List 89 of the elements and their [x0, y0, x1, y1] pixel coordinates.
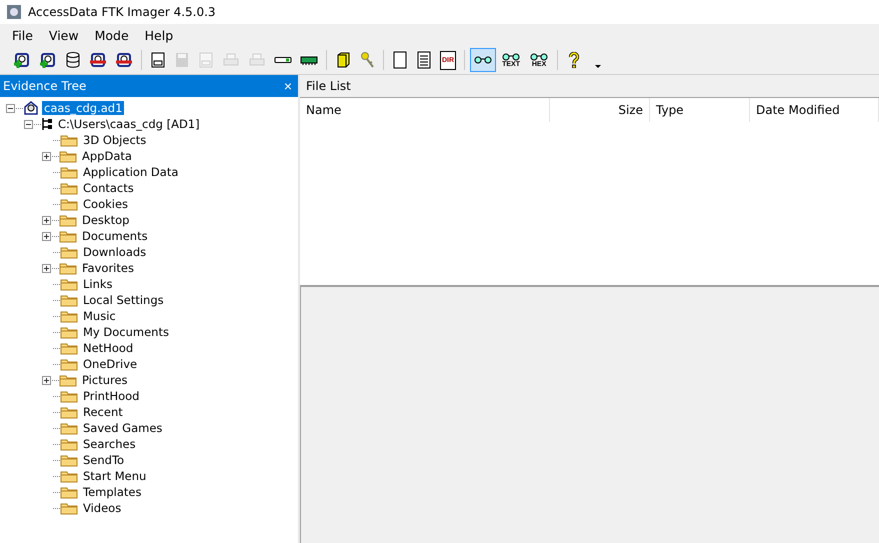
tree-item[interactable]: Documents: [80, 229, 150, 243]
toolbar-button[interactable]: [470, 48, 496, 72]
close-button[interactable]: ×: [284, 78, 292, 94]
add-evidence-icon: [13, 51, 31, 69]
floppy-icon: [174, 51, 190, 69]
column-header[interactable]: Date Modified: [750, 98, 879, 122]
tree-item[interactable]: SendTo: [81, 453, 126, 467]
tree-item[interactable]: NetHood: [81, 341, 136, 355]
tree-item[interactable]: Links: [81, 277, 115, 291]
folder-icon: [60, 166, 78, 178]
folder-icon: [60, 502, 78, 514]
folder-icon: [60, 342, 78, 354]
key-icon: [359, 51, 375, 69]
evidence-icon: [23, 101, 39, 115]
tree-item[interactable]: Recent: [81, 405, 125, 419]
help-icon: [569, 52, 580, 68]
folder-icon: [60, 326, 78, 338]
database-icon: [65, 51, 81, 69]
folder-icon: [60, 198, 78, 210]
column-header[interactable]: Size: [550, 98, 650, 122]
tree-item[interactable]: Application Data: [81, 165, 180, 179]
folder-icon: [60, 182, 78, 194]
tree-item[interactable]: Desktop: [80, 213, 132, 227]
tree-item[interactable]: Local Settings: [81, 293, 166, 307]
expand-toggle[interactable]: [42, 232, 51, 240]
remove-evidence-icon: [89, 51, 107, 69]
tree-item[interactable]: C:\Users\caas_cdg [AD1]: [56, 117, 202, 131]
panel-title: Evidence Tree: [3, 79, 86, 93]
collapse-toggle[interactable]: [6, 104, 15, 112]
expand-toggle[interactable]: [42, 376, 51, 384]
app-icon: [6, 4, 22, 20]
tree-item[interactable]: AppData: [80, 149, 134, 163]
tree-item[interactable]: caas_cdg.ad1: [42, 101, 124, 115]
folder-icon: [59, 374, 77, 386]
tree-item[interactable]: My Documents: [81, 325, 171, 339]
tree-item[interactable]: Videos: [81, 501, 124, 515]
folder-icon: [59, 214, 77, 226]
folder-icon: [60, 470, 78, 482]
tree-item[interactable]: Contacts: [81, 181, 136, 195]
folder-icon: [60, 294, 78, 306]
tree-item[interactable]: Saved Games: [81, 421, 164, 435]
folder-icon: [60, 438, 78, 450]
remove-evidence-icon: [115, 51, 133, 69]
window-title: AccessData FTK Imager 4.5.0.3: [28, 5, 216, 19]
folder-icon: [60, 422, 78, 434]
folder-icon: [59, 150, 77, 162]
menu-item[interactable]: File: [4, 28, 41, 42]
folder-icon: [60, 486, 78, 498]
tree-item[interactable]: Templates: [81, 485, 144, 499]
tree-item[interactable]: 3D Objects: [81, 133, 148, 147]
tree-item[interactable]: Favorites: [80, 261, 136, 275]
collapse-toggle[interactable]: [24, 120, 33, 128]
page-icon: [393, 51, 407, 69]
folder-icon: [60, 454, 78, 466]
folder-icon: [60, 278, 78, 290]
usb-stick-icon: [274, 57, 292, 63]
folder-icon: [60, 246, 78, 258]
tree-item[interactable]: Downloads: [81, 245, 148, 259]
box-icon: [335, 51, 351, 69]
folder-icon: [60, 406, 78, 418]
folder-icon: [59, 262, 77, 274]
expand-toggle[interactable]: [42, 152, 51, 160]
folder-icon: [60, 310, 78, 322]
expand-toggle[interactable]: [42, 264, 51, 272]
tree-item[interactable]: PrintHood: [81, 389, 142, 403]
text-page-icon: [417, 51, 431, 69]
column-header[interactable]: Name: [300, 98, 550, 122]
glasses-icon: [473, 56, 494, 64]
panel-title: File List: [306, 79, 351, 93]
folder-icon: [60, 358, 78, 370]
tree-item[interactable]: Pictures: [80, 373, 130, 387]
drive-icon: [150, 51, 166, 69]
menu-item[interactable]: Mode: [86, 28, 137, 42]
folder-icon: [60, 390, 78, 402]
tree-item[interactable]: Music: [81, 309, 118, 323]
folder-icon: [59, 230, 77, 242]
add-evidence-icon: [39, 51, 57, 69]
expand-toggle[interactable]: [42, 216, 51, 224]
caret-icon: [595, 64, 602, 68]
tree-item[interactable]: Start Menu: [81, 469, 148, 483]
menu-item[interactable]: Help: [136, 28, 182, 42]
tree-item[interactable]: Cookies: [81, 197, 130, 211]
menu-item[interactable]: View: [40, 28, 87, 42]
drive-icon: [198, 51, 214, 69]
tree-item[interactable]: OneDrive: [81, 357, 140, 371]
column-header[interactable]: Type: [650, 98, 750, 122]
tree-structure-icon: [41, 117, 53, 131]
tree-item[interactable]: Searches: [81, 437, 138, 451]
folder-icon: [60, 134, 78, 146]
